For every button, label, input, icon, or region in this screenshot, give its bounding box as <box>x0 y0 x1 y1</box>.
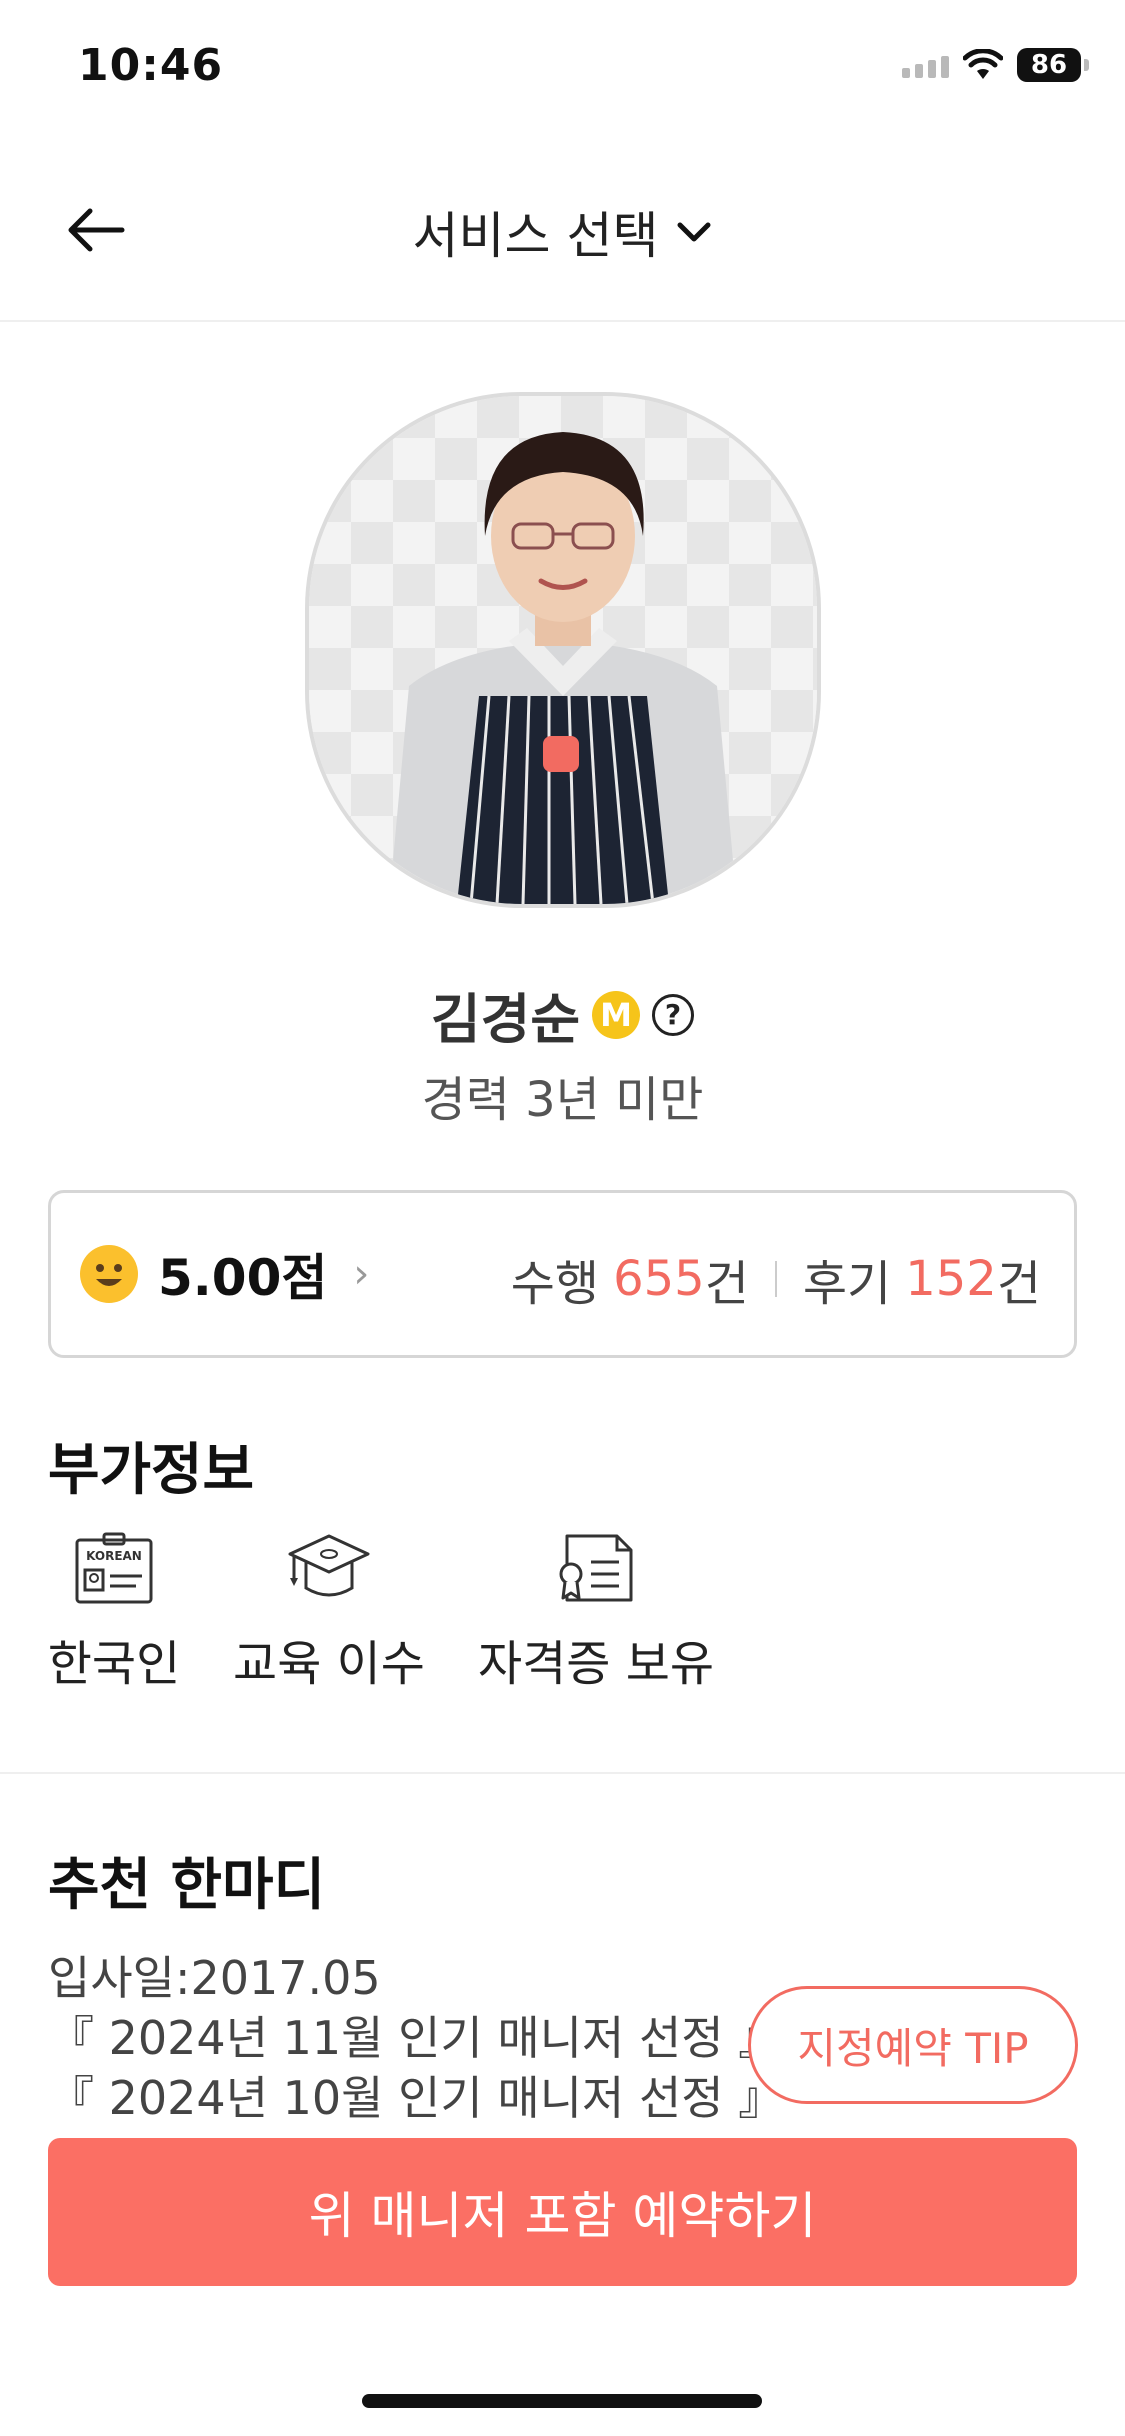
info-label: 교육 이수 <box>233 1636 425 1692</box>
info-item-education: 교육 이수 <box>232 1530 426 1694</box>
graduation-cap-icon <box>288 1534 370 1597</box>
job-review-counts: 수행 655 건 후기 152 건 <box>511 1244 1041 1314</box>
help-icon[interactable]: ? <box>652 993 695 1036</box>
svg-text:KOREAN: KOREAN <box>86 1549 142 1563</box>
jobs-label: 수행 <box>510 1256 600 1312</box>
reservation-tip-button[interactable]: 지정예약 TIP <box>748 1986 1078 2104</box>
recommend-line: 『 2024년 11월 인기 매니저 선정 』 <box>48 2011 785 2065</box>
cellular-signal-icon <box>902 52 949 78</box>
smiley-icon <box>80 1245 138 1303</box>
reviews-count: 152 <box>905 1251 997 1307</box>
battery-icon: 86 <box>1017 48 1089 82</box>
info-item-certificate: 자격증 보유 <box>478 1530 714 1694</box>
chevron-down-icon <box>677 222 711 242</box>
jobs-count: 655 <box>613 1251 705 1307</box>
manager-photo <box>305 392 821 908</box>
info-item-korean: KOREAN 한국인 <box>48 1530 180 1694</box>
info-label: 한국인 <box>47 1636 181 1692</box>
divider <box>774 1261 777 1297</box>
wifi-icon <box>963 49 1003 79</box>
jobs-unit: 건 <box>704 1256 749 1312</box>
home-indicator <box>362 2394 762 2408</box>
page-title: 서비스 선택 <box>412 207 659 265</box>
manager-grade-badge: M <box>592 990 641 1039</box>
career-text: 경력 3년 미만 <box>421 1072 704 1128</box>
extra-info-title: 부가정보 <box>48 1438 255 1503</box>
recommend-text: 입사일:2017.05 『 2024년 11월 인기 매니저 선정 』 『 20… <box>48 1948 784 2128</box>
rating-score: 5.00점 <box>158 1249 328 1307</box>
status-time: 10:46 <box>78 40 224 91</box>
info-label: 자격증 보유 <box>477 1636 715 1692</box>
recommend-line: 입사일:2017.05 <box>48 1951 381 2005</box>
manager-name: 김경순 <box>430 988 581 1051</box>
manager-name-row: 김경순 M ? <box>0 975 1125 1054</box>
section-divider <box>0 1772 1125 1774</box>
chevron-right-icon: › <box>353 1251 370 1297</box>
recommend-line: 『 2024년 10월 인기 매니저 선정 』 <box>48 2071 785 2125</box>
service-select-dropdown[interactable]: 서비스 선택 <box>0 196 1125 268</box>
reviews-unit: 건 <box>996 1256 1041 1312</box>
certificate-icon <box>559 1534 633 1602</box>
korean-id-card-icon: KOREAN <box>75 1532 153 1604</box>
recommend-title: 추천 한마디 <box>48 1853 326 1918</box>
book-with-manager-button[interactable]: 위 매니저 포함 예약하기 <box>48 2138 1077 2286</box>
status-icons: 86 <box>902 48 1089 82</box>
rating-link[interactable]: 5.00점 › <box>80 1238 369 1310</box>
reviews-label: 후기 <box>802 1256 892 1312</box>
